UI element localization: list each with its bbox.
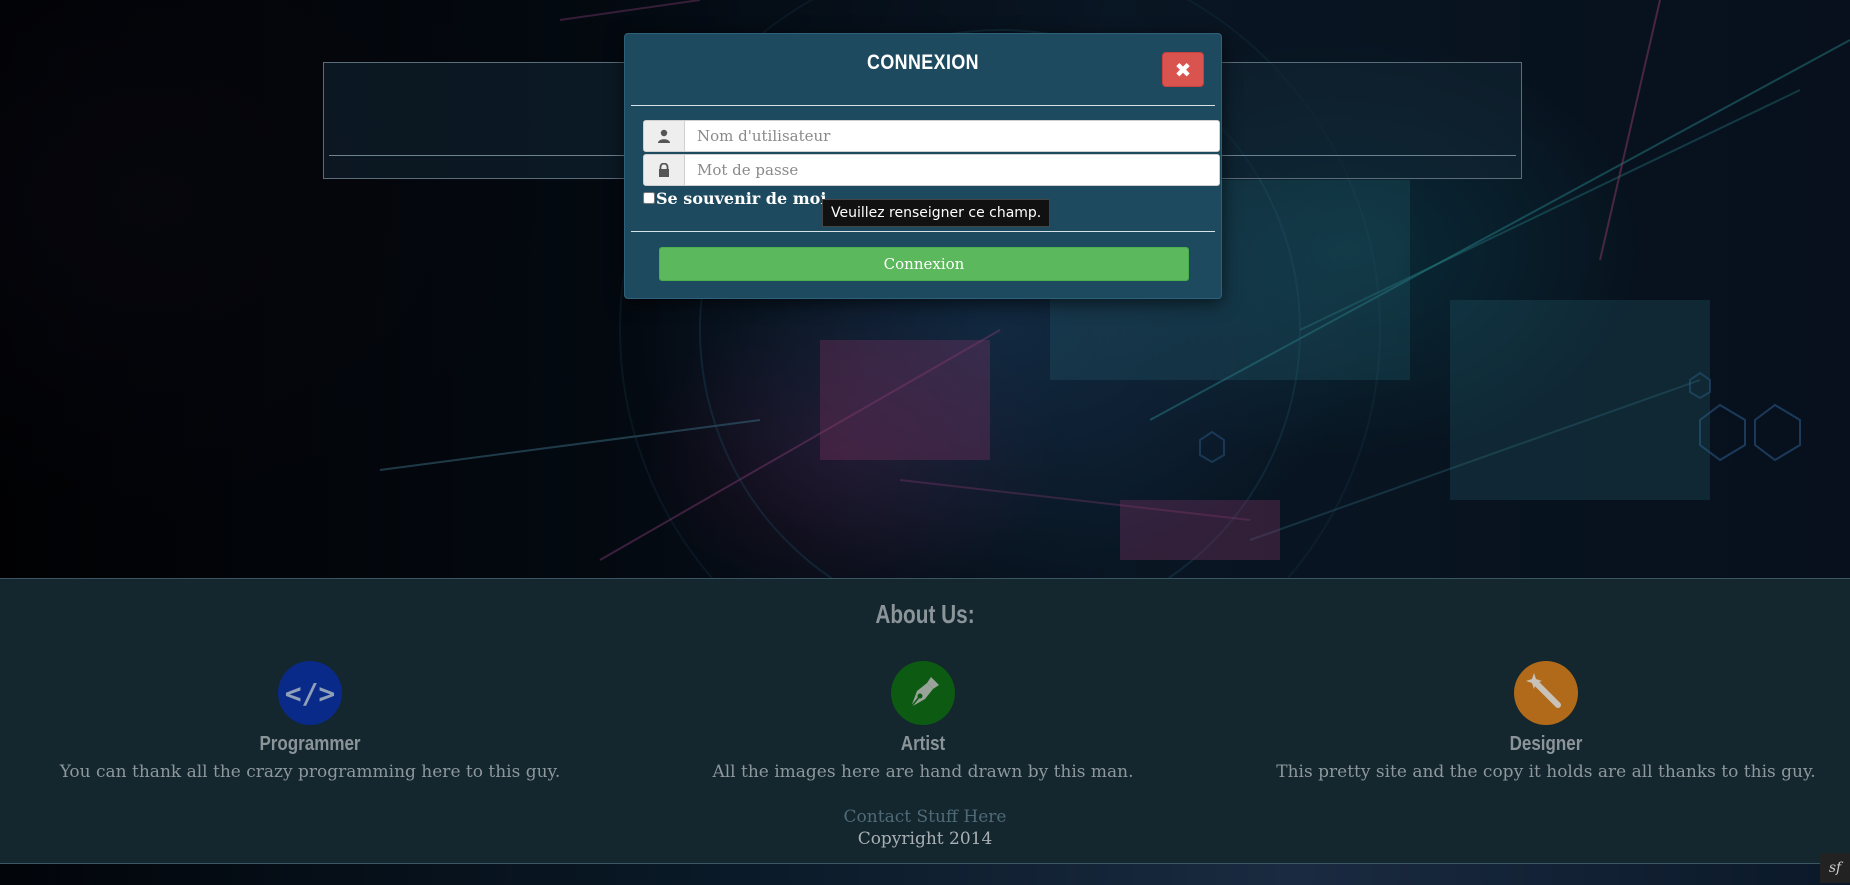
close-button[interactable]: ✖ xyxy=(1162,52,1204,87)
username-field-group xyxy=(643,120,1220,152)
times-icon: ✖ xyxy=(1174,57,1192,82)
magic-wand-icon xyxy=(1514,661,1578,725)
user-icon xyxy=(644,121,685,151)
bottom-background-strip xyxy=(0,864,1850,885)
login-submit-button[interactable]: Connexion xyxy=(659,247,1189,281)
member-description: You can thank all the crazy programming … xyxy=(59,762,561,782)
remember-me-label: Se souvenir de moi xyxy=(656,189,827,208)
member-role: Artist xyxy=(900,733,946,755)
symfony-toolbar-toggle[interactable]: sf xyxy=(1820,853,1850,883)
about-title: About Us: xyxy=(875,599,975,629)
member-programmer: </> Programmer You can thank all the cra… xyxy=(0,661,620,782)
modal-header-divider xyxy=(631,105,1215,106)
username-input[interactable] xyxy=(685,121,1219,151)
contact-link[interactable]: Contact Stuff Here xyxy=(0,807,1850,827)
modal-footer-divider xyxy=(631,231,1215,232)
pen-nib-icon xyxy=(891,661,955,725)
password-input[interactable] xyxy=(685,155,1219,185)
member-description: All the images here are hand drawn by th… xyxy=(712,762,1134,782)
remember-me[interactable]: Se souvenir de moi xyxy=(643,189,826,208)
member-designer: Designer This pretty site and the copy i… xyxy=(1236,661,1850,782)
code-icon: </> xyxy=(278,661,342,725)
footer: About Us: </> Programmer You can thank a… xyxy=(0,578,1850,864)
member-role: Programmer xyxy=(259,733,361,755)
password-field-group xyxy=(643,154,1220,186)
modal-title: CONNEXION xyxy=(867,51,979,74)
remember-me-checkbox[interactable] xyxy=(643,192,655,204)
member-role: Designer xyxy=(1509,733,1583,755)
copyright: Copyright 2014 xyxy=(857,829,993,849)
login-modal: CONNEXION ✖ Se souvenir de moi Veuillez … xyxy=(624,33,1222,299)
member-description: This pretty site and the copy it holds a… xyxy=(1276,762,1816,782)
sf-label: sf xyxy=(1828,860,1842,876)
validation-tooltip: Veuillez renseigner ce champ. xyxy=(822,199,1051,227)
member-artist: Artist All the images here are hand draw… xyxy=(613,661,1233,782)
lock-icon xyxy=(644,155,685,185)
